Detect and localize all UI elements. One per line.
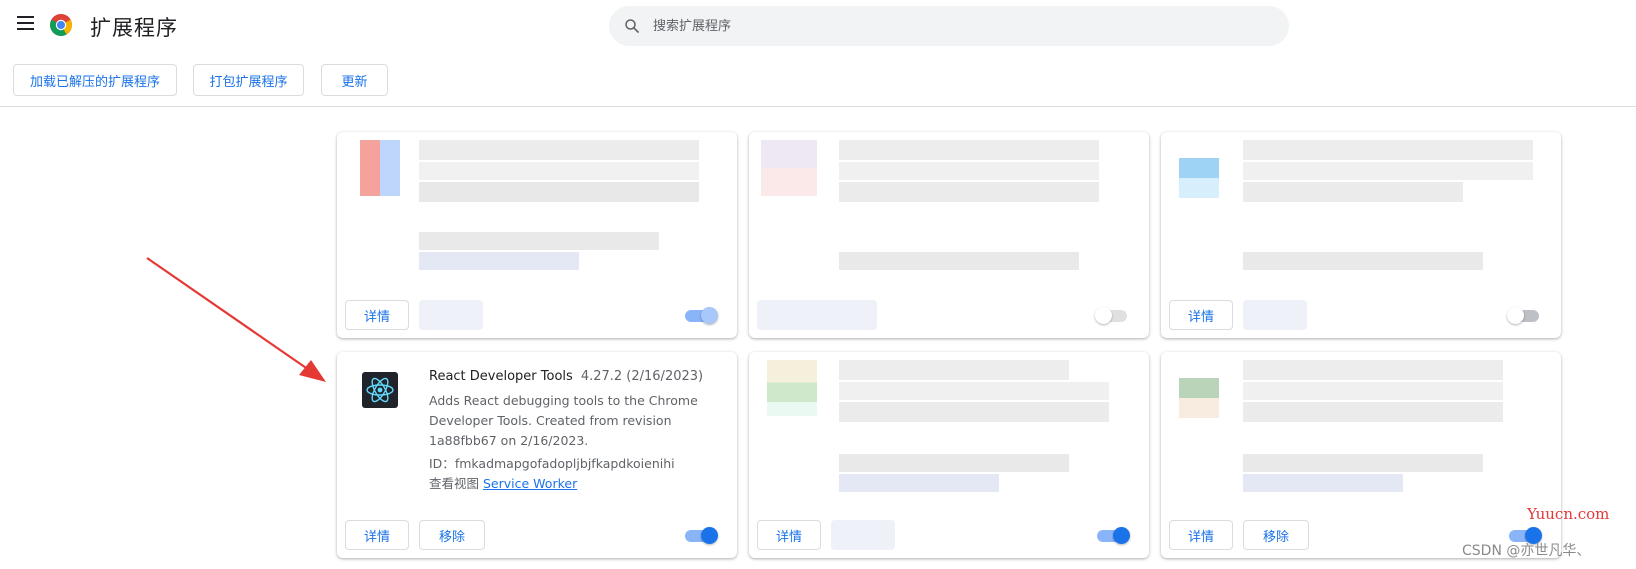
- hamburger-menu-icon[interactable]: [17, 16, 34, 30]
- blurred-text: [1243, 382, 1503, 400]
- blurred-text: [839, 162, 1099, 180]
- blurred-text: [1243, 140, 1533, 160]
- details-button[interactable]: 详情: [345, 300, 409, 330]
- blurred-text: [1243, 360, 1503, 380]
- blurred-button: [1243, 300, 1307, 330]
- details-button[interactable]: 详情: [1169, 300, 1233, 330]
- blurred-text: [1243, 474, 1403, 492]
- blurred-text: [839, 140, 1099, 160]
- blurred-text: [839, 382, 1109, 400]
- blurred-button: [831, 520, 895, 550]
- blurred-text: [1243, 182, 1463, 202]
- blurred-text: [839, 454, 1069, 472]
- extension-version: 4.27.2 (2/16/2023): [580, 369, 704, 384]
- search-icon: [625, 19, 639, 33]
- blurred-text: [419, 182, 699, 202]
- top-bar: 扩展程序: [0, 0, 1636, 52]
- search-bar[interactable]: [609, 6, 1289, 46]
- blurred-extension-icon: [761, 140, 817, 196]
- react-atom-icon: [362, 372, 398, 408]
- enable-toggle[interactable]: [1095, 306, 1131, 324]
- blurred-extension-icon: [767, 360, 817, 416]
- blurred-text: [839, 474, 999, 492]
- remove-button[interactable]: 移除: [419, 520, 485, 550]
- blurred-text: [419, 140, 699, 160]
- enable-toggle[interactable]: [1095, 526, 1131, 544]
- enable-toggle[interactable]: [683, 306, 719, 324]
- extension-card-2: [749, 132, 1149, 338]
- load-unpacked-button[interactable]: 加载已解压的扩展程序: [13, 64, 177, 96]
- blurred-extension-icon: [360, 140, 400, 196]
- enable-toggle[interactable]: [683, 526, 719, 544]
- blurred-text: [1243, 454, 1483, 472]
- blurred-text: [1243, 402, 1503, 422]
- pack-extension-button[interactable]: 打包扩展程序: [193, 64, 304, 96]
- blurred-text: [839, 360, 1069, 380]
- enable-toggle[interactable]: [1507, 306, 1543, 324]
- search-input[interactable]: [653, 12, 1253, 40]
- blurred-button: [419, 300, 483, 330]
- inspect-views-label: 查看视图: [429, 476, 480, 491]
- blurred-text: [1243, 252, 1483, 270]
- blurred-text: [839, 252, 1079, 270]
- site-watermark: Yuucn.com: [1527, 505, 1610, 523]
- blurred-text: [419, 232, 659, 250]
- extension-id-label: ID：: [429, 456, 455, 471]
- extension-name: React Developer Tools 4.27.2 (2/16/2023): [429, 369, 703, 384]
- chrome-logo-icon: [50, 14, 72, 36]
- page-title: 扩展程序: [90, 16, 178, 40]
- remove-button[interactable]: 移除: [1243, 520, 1309, 550]
- extension-card-3: 详情: [1161, 132, 1561, 338]
- extension-id: ID：fmkadmapgofadopljbjfkapdkoienihi: [429, 453, 675, 472]
- blurred-text: [419, 162, 699, 180]
- blurred-button: [757, 300, 877, 330]
- blurred-text: [839, 182, 1099, 202]
- extension-card-1: 详情: [337, 132, 737, 338]
- csdn-watermark: CSDN @亦世凡华、: [1462, 543, 1591, 559]
- react-devtools-card: React Developer Tools 4.27.2 (2/16/2023) …: [337, 352, 737, 558]
- toolbar-divider: [0, 106, 1636, 107]
- blurred-extension-icon: [1179, 158, 1219, 198]
- extension-card-6: 详情 移除: [1161, 352, 1561, 558]
- update-button[interactable]: 更新: [321, 64, 388, 96]
- blurred-extension-icon: [1179, 378, 1219, 418]
- blurred-text: [839, 402, 1109, 422]
- service-worker-link[interactable]: Service Worker: [483, 476, 577, 491]
- extension-name-text: React Developer Tools: [429, 369, 573, 384]
- details-button[interactable]: 详情: [757, 520, 821, 550]
- details-button[interactable]: 详情: [345, 520, 409, 550]
- details-button[interactable]: 详情: [1169, 520, 1233, 550]
- extension-card-5: 详情: [749, 352, 1149, 558]
- extension-description: Adds React debugging tools to the Chrome…: [429, 393, 698, 448]
- inspect-views: 查看视图 Service Worker: [429, 473, 577, 492]
- blurred-text: [419, 252, 579, 270]
- extension-id-value: fmkadmapgofadopljbjfkapdkoienihi: [454, 456, 675, 471]
- blurred-text: [1243, 162, 1533, 180]
